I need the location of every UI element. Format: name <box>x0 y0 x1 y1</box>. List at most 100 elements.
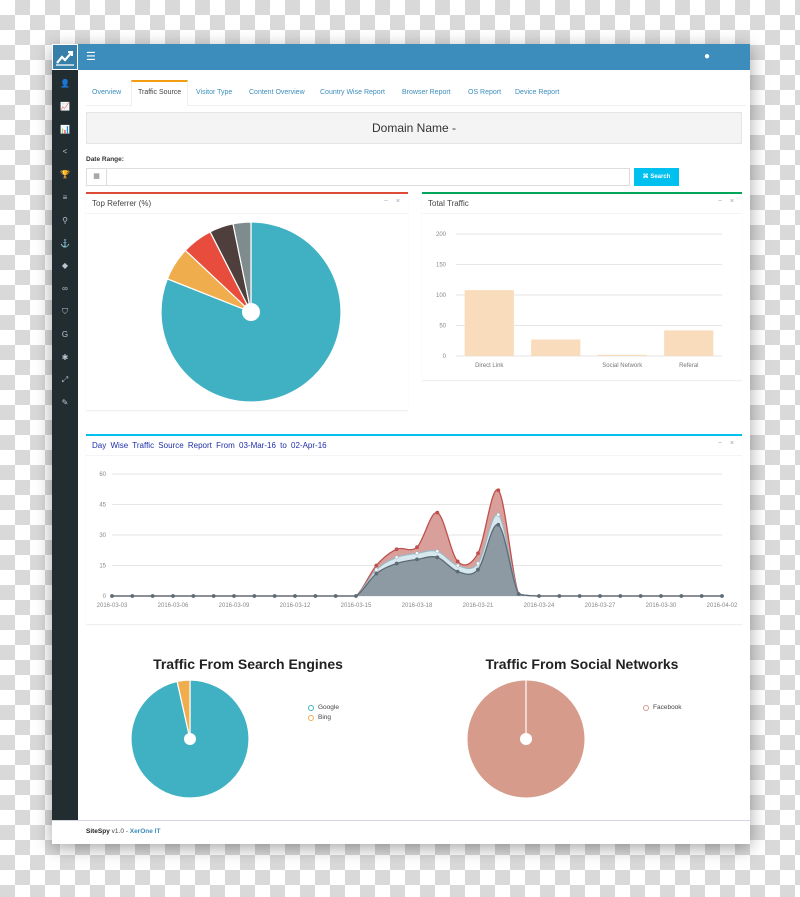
legend-swatch <box>308 714 314 721</box>
data-point[interactable] <box>374 567 379 572</box>
data-point[interactable] <box>598 594 602 598</box>
data-point[interactable] <box>110 594 114 598</box>
bar[interactable] <box>664 330 714 356</box>
legend-swatch <box>308 704 314 711</box>
search-button[interactable]: ⌘ Search <box>634 168 679 186</box>
google-icon[interactable]: G <box>52 327 78 343</box>
tab-visitor-type[interactable]: Visitor Type <box>190 80 238 106</box>
data-point[interactable] <box>191 594 196 598</box>
calendar-icon[interactable]: ▦ <box>87 169 107 185</box>
expand-icon[interactable]: ⤢ <box>52 372 78 388</box>
data-point[interactable] <box>476 567 480 572</box>
tab-content-overview[interactable]: Content Overview <box>243 80 311 106</box>
data-point[interactable] <box>537 594 541 598</box>
legend-item[interactable]: Bing <box>308 714 339 721</box>
data-point[interactable] <box>496 512 501 517</box>
close-icon[interactable]: × <box>730 198 734 205</box>
box-tools: − × <box>376 198 400 205</box>
data-point[interactable] <box>435 549 440 554</box>
tab-device-report[interactable]: Device Report <box>509 80 565 106</box>
link-icon[interactable]: ∞ <box>52 281 78 297</box>
plug-icon[interactable]: ✎ <box>52 395 78 411</box>
data-point[interactable] <box>455 569 460 574</box>
data-point[interactable] <box>638 594 643 598</box>
data-point[interactable] <box>374 563 379 568</box>
data-point[interactable] <box>496 488 501 493</box>
data-point[interactable] <box>394 547 399 552</box>
data-point[interactable] <box>394 555 399 560</box>
line-chart-icon[interactable]: 📈 <box>52 99 78 115</box>
close-icon[interactable]: × <box>396 198 400 205</box>
data-point[interactable] <box>516 592 521 596</box>
data-point[interactable] <box>720 594 724 598</box>
data-point[interactable] <box>293 594 297 598</box>
minimize-icon[interactable]: − <box>718 440 722 447</box>
data-point[interactable] <box>496 522 501 527</box>
data-point[interactable] <box>171 594 175 598</box>
x-tick-label: 2016-03-24 <box>524 603 555 609</box>
pie-center-hole <box>242 303 260 321</box>
footer-brand-link[interactable]: XerOne IT <box>130 828 161 835</box>
data-point[interactable] <box>333 594 338 598</box>
data-point[interactable] <box>476 551 480 556</box>
tab-os-report[interactable]: OS Report <box>462 80 507 106</box>
user-icon[interactable]: ● <box>704 51 710 62</box>
minimize-icon[interactable]: − <box>718 198 722 205</box>
data-point[interactable] <box>211 594 216 598</box>
map-marker-icon[interactable]: ⚲ <box>52 213 78 229</box>
data-point[interactable] <box>618 594 623 598</box>
bar[interactable] <box>597 354 647 356</box>
bar-chart-icon[interactable]: 📊 <box>52 122 78 138</box>
data-point[interactable] <box>659 594 663 598</box>
shield-icon[interactable]: ⛉ <box>52 304 78 320</box>
data-point[interactable] <box>130 594 135 598</box>
data-point[interactable] <box>415 557 419 562</box>
tab-overview[interactable]: Overview <box>86 80 127 106</box>
data-point[interactable] <box>577 594 582 598</box>
top-referrer-box: Top Referrer (%) − × <box>86 192 408 410</box>
list-icon[interactable]: ≡ <box>52 190 78 206</box>
minimize-icon[interactable]: − <box>384 198 388 205</box>
box-title: Day Wise Traffic Source Report From 03-M… <box>92 441 327 450</box>
data-point[interactable] <box>415 545 419 550</box>
close-icon[interactable]: × <box>730 440 734 447</box>
data-point[interactable] <box>679 594 684 598</box>
data-point[interactable] <box>252 594 257 598</box>
anchor-icon[interactable]: ⚓ <box>52 236 78 252</box>
data-point[interactable] <box>476 561 480 566</box>
data-point[interactable] <box>150 594 155 598</box>
data-point[interactable] <box>699 594 704 598</box>
data-point[interactable] <box>435 510 440 515</box>
data-point[interactable] <box>455 559 460 564</box>
tab-traffic-source[interactable]: Traffic Source <box>131 80 189 106</box>
x-tick-label: Direct Link <box>475 363 504 369</box>
data-point[interactable] <box>354 594 358 598</box>
data-point[interactable] <box>374 571 379 576</box>
x-tick-label: 2016-03-06 <box>158 603 189 609</box>
tags-icon[interactable]: ◆ <box>52 258 78 274</box>
data-point[interactable] <box>415 551 419 556</box>
legend-item[interactable]: Google <box>308 704 339 711</box>
data-point[interactable] <box>455 563 460 568</box>
tab-country-wise-report[interactable]: Country Wise Report <box>314 80 391 106</box>
asterisk-icon[interactable]: ✱ <box>52 350 78 366</box>
share-icon[interactable]: < <box>52 144 78 160</box>
trophy-icon[interactable]: 🏆 <box>52 167 78 183</box>
data-point[interactable] <box>557 594 562 598</box>
logo[interactable] <box>52 44 78 70</box>
data-point[interactable] <box>394 561 399 566</box>
user-plus-icon[interactable]: 👤 <box>52 76 78 92</box>
social-networks-legend: Facebook <box>643 704 682 714</box>
bar[interactable] <box>464 290 514 356</box>
bar[interactable] <box>531 339 581 356</box>
data-point[interactable] <box>435 555 440 560</box>
total-traffic-box: Total Traffic − × 0 50 100 150 200 Direct Link… <box>422 192 742 380</box>
legend-item[interactable]: Facebook <box>643 704 682 711</box>
tab-browser-report[interactable]: Browser Report <box>396 80 457 106</box>
pie-center-hole <box>520 733 532 745</box>
date-range-input[interactable] <box>108 169 628 185</box>
hamburger-icon[interactable]: ☰ <box>86 50 96 63</box>
data-point[interactable] <box>313 594 318 598</box>
data-point[interactable] <box>232 594 236 598</box>
data-point[interactable] <box>272 594 277 598</box>
